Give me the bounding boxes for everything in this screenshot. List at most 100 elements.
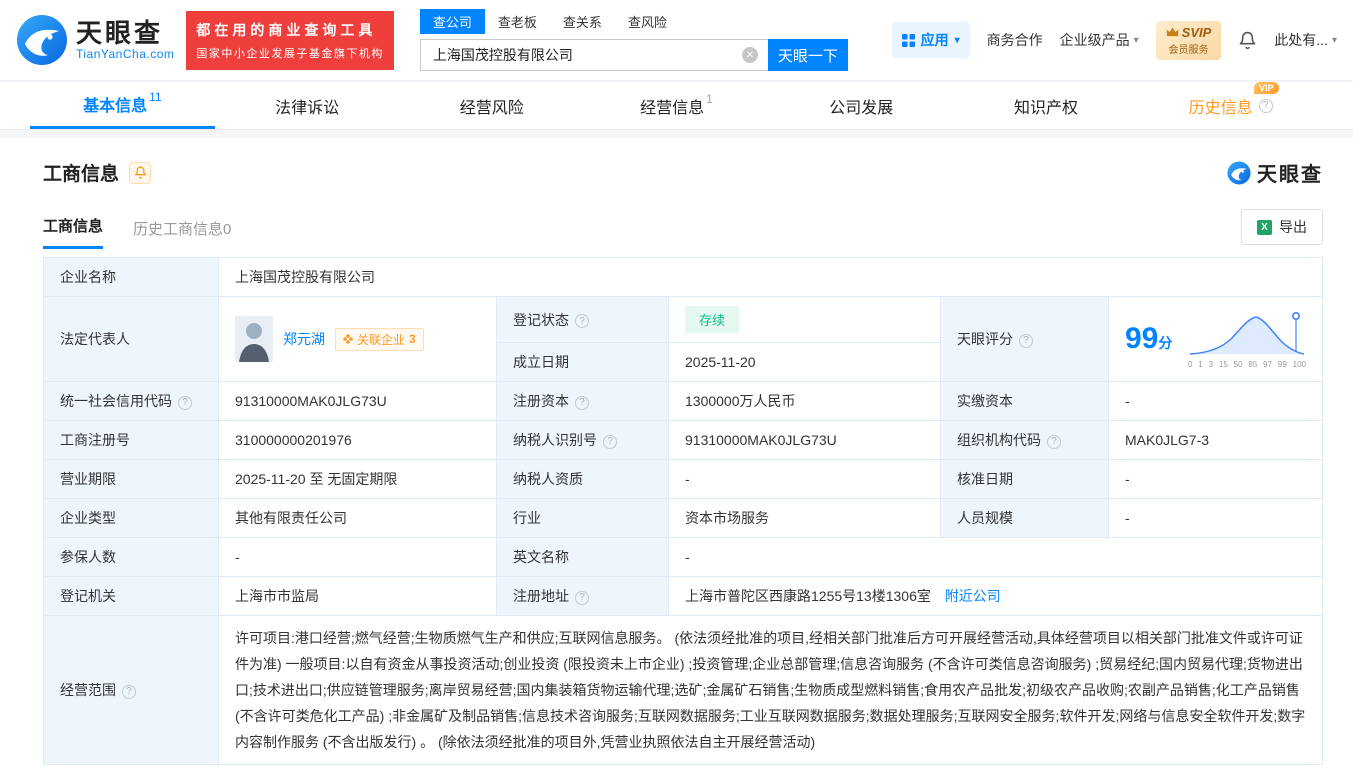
svip-sublabel: 会员服务 [1168, 44, 1209, 56]
paid-capital-label: 实缴资本 [940, 381, 1109, 421]
tianyancha-swirl-icon [1227, 160, 1251, 185]
table-row: 统一社会信用代码? 91310000MAK0JLG73U 注册资本? 13000… [43, 381, 1323, 421]
notification-bell-icon[interactable] [1238, 31, 1257, 50]
nearby-company-link[interactable]: 附近公司 [945, 588, 1001, 604]
status-badge: 存续 [685, 306, 740, 333]
excel-icon: X [1257, 219, 1272, 235]
insured-count-value: - [218, 537, 497, 577]
tab-company-development[interactable]: 公司发展 [769, 82, 954, 129]
tab-basic-info[interactable]: 基本信息 11 [30, 82, 215, 129]
score-chart-ticks: 0 1 3 15 50 85 97 99 100 [1188, 360, 1306, 369]
industry-label: 行业 [496, 498, 669, 538]
chevron-down-icon: ▾ [1331, 34, 1337, 46]
help-icon[interactable]: ? [575, 314, 589, 328]
business-term-label: 营业期限 [43, 459, 219, 499]
help-icon[interactable]: ? [1047, 434, 1061, 449]
enterprise-product-link[interactable]: 企业级产品 ▾ [1060, 30, 1139, 50]
search-area: 查公司 查老板 查关系 查风险 ✕ 天眼一下 [419, 9, 848, 71]
search-box: ✕ [419, 39, 768, 71]
company-name-value: 上海国茂控股有限公司 [218, 257, 1323, 297]
tab-intellectual-property[interactable]: 知识产权 [954, 82, 1139, 129]
svip-membership-badge[interactable]: SVIP 会员服务 [1155, 20, 1222, 60]
approval-date-value: - [1108, 459, 1323, 499]
approval-date-label: 核准日期 [940, 459, 1109, 499]
taxpayer-quality-value: - [668, 459, 941, 499]
monitor-bell-icon[interactable] [129, 161, 152, 184]
search-tab-company[interactable]: 查公司 [419, 9, 485, 34]
vip-badge: VIP [1254, 81, 1279, 94]
insured-count-label: 参保人数 [43, 537, 219, 577]
header-right-menu: 应用 ▾ 商务合作 企业级产品 ▾ SVIP 会员服务 此处有... ▾ [891, 20, 1337, 60]
brand-name: 天眼查 [76, 17, 164, 48]
tianyancha-swirl-icon [17, 15, 67, 65]
staff-size-value: - [1108, 498, 1323, 538]
biz-cooperation-link[interactable]: 商务合作 [987, 30, 1043, 50]
help-icon[interactable]: ? [603, 434, 617, 449]
help-icon[interactable]: ? [1019, 333, 1033, 348]
score-tick: 100 [1292, 359, 1306, 369]
legal-rep-avatar[interactable] [235, 316, 273, 362]
chevron-down-icon: ▾ [954, 34, 960, 46]
reg-number-label: 工商注册号 [43, 420, 219, 460]
score-distribution-chart: 0 1 3 15 50 85 97 99 100 [1188, 310, 1306, 369]
score-number[interactable]: 99分 [1125, 322, 1172, 356]
business-scope-label: 经营范围? [43, 615, 219, 765]
company-type-label: 企业类型 [43, 498, 219, 538]
brand-domain: TianYanCha.com [76, 47, 175, 62]
subtab-business-info[interactable]: 工商信息 [43, 215, 104, 249]
reg-authority-value: 上海市市监局 [218, 576, 497, 616]
credit-code-value: 91310000MAK0JLG73U [218, 381, 497, 421]
business-term-value: 2025-11-20 至 无固定期限 [218, 459, 497, 499]
user-name: 此处有... [1274, 32, 1328, 48]
search-tab-boss[interactable]: 查老板 [485, 9, 550, 34]
reg-address-label: 注册地址? [496, 576, 669, 616]
establish-date-label: 成立日期 [496, 342, 669, 382]
tab-operation-risk[interactable]: 经营风险 [399, 82, 584, 129]
section-title: 工商信息 [43, 164, 120, 185]
score-tick: 3 [1208, 359, 1214, 369]
brand-logo[interactable]: 天眼查 TianYanCha.com [16, 14, 174, 66]
score-tick: 0 [1188, 359, 1193, 369]
english-name-label: 英文名称 [496, 537, 669, 577]
search-input[interactable] [430, 46, 731, 64]
help-icon[interactable]: ? [575, 590, 589, 605]
apps-button[interactable]: 应用 ▾ [891, 22, 970, 58]
user-menu[interactable]: 此处有... ▾ [1274, 30, 1337, 50]
search-type-tabs: 查公司 查老板 查关系 查风险 [419, 9, 848, 34]
table-row: 营业期限 2025-11-20 至 无固定期限 纳税人资质 - 核准日期 - [43, 459, 1323, 499]
help-icon[interactable]: ? [178, 395, 192, 410]
reg-capital-label: 注册资本? [496, 381, 669, 421]
tab-operation-info[interactable]: 经营信息 1 [584, 82, 769, 129]
score-tick: 1 [1198, 359, 1203, 369]
taxpayer-id-label: 纳税人识别号? [496, 420, 669, 460]
help-icon[interactable]: ? [575, 395, 589, 410]
table-row: 企业类型 其他有限责任公司 行业 资本市场服务 人员规模 - [43, 498, 1323, 538]
section-divider [0, 130, 1353, 138]
score-tick: 50 [1233, 359, 1243, 369]
reg-number-value: 310000000201976 [218, 420, 497, 460]
help-icon[interactable]: ? [1258, 98, 1273, 113]
search-tab-relation[interactable]: 查关系 [550, 9, 615, 34]
score-tick: 15 [1218, 359, 1228, 369]
related-company-tag[interactable]: 关联企业 3 [335, 327, 424, 351]
tab-count-badge: 1 [706, 91, 713, 106]
subtab-history-business-info[interactable]: 历史工商信息0 [133, 218, 231, 249]
table-row: 法定代表人 郑元湖 关联企业 3 登记状态 ? 存续 天眼评分 ? 99分 0 … [43, 296, 1323, 382]
reg-capital-value: 1300000万人民币 [668, 381, 941, 421]
tab-legal-litigation[interactable]: 法律诉讼 [215, 82, 400, 129]
table-row: 参保人数 - 英文名称 - [43, 537, 1323, 577]
industry-value: 资本市场服务 [668, 498, 941, 538]
legal-rep-name-link[interactable]: 郑元湖 [283, 329, 325, 349]
export-button[interactable]: X 导出 [1241, 209, 1323, 245]
tab-history-info[interactable]: 历史信息 VIP ? [1138, 81, 1323, 129]
grid-icon [901, 33, 915, 47]
table-row: 登记机关 上海市市监局 注册地址? 上海市普陀区西康路1255号13楼1306室… [43, 576, 1323, 616]
search-tab-risk[interactable]: 查风险 [615, 9, 680, 34]
table-row: 企业名称 上海国茂控股有限公司 [43, 257, 1323, 297]
company-nav-tabs: 基本信息 11 法律诉讼 经营风险 经营信息 1 公司发展 知识产权 历史信息 VI… [0, 81, 1353, 130]
business-scope-value: 许可项目:港口经营;燃气经营;生物质燃气生产和供应;互联网信息服务。 (依法须经… [218, 615, 1323, 765]
help-icon[interactable]: ? [122, 684, 136, 699]
search-button[interactable]: 天眼一下 [767, 39, 848, 71]
score-tick: 85 [1248, 359, 1258, 369]
clear-search-icon[interactable]: ✕ [741, 47, 758, 63]
